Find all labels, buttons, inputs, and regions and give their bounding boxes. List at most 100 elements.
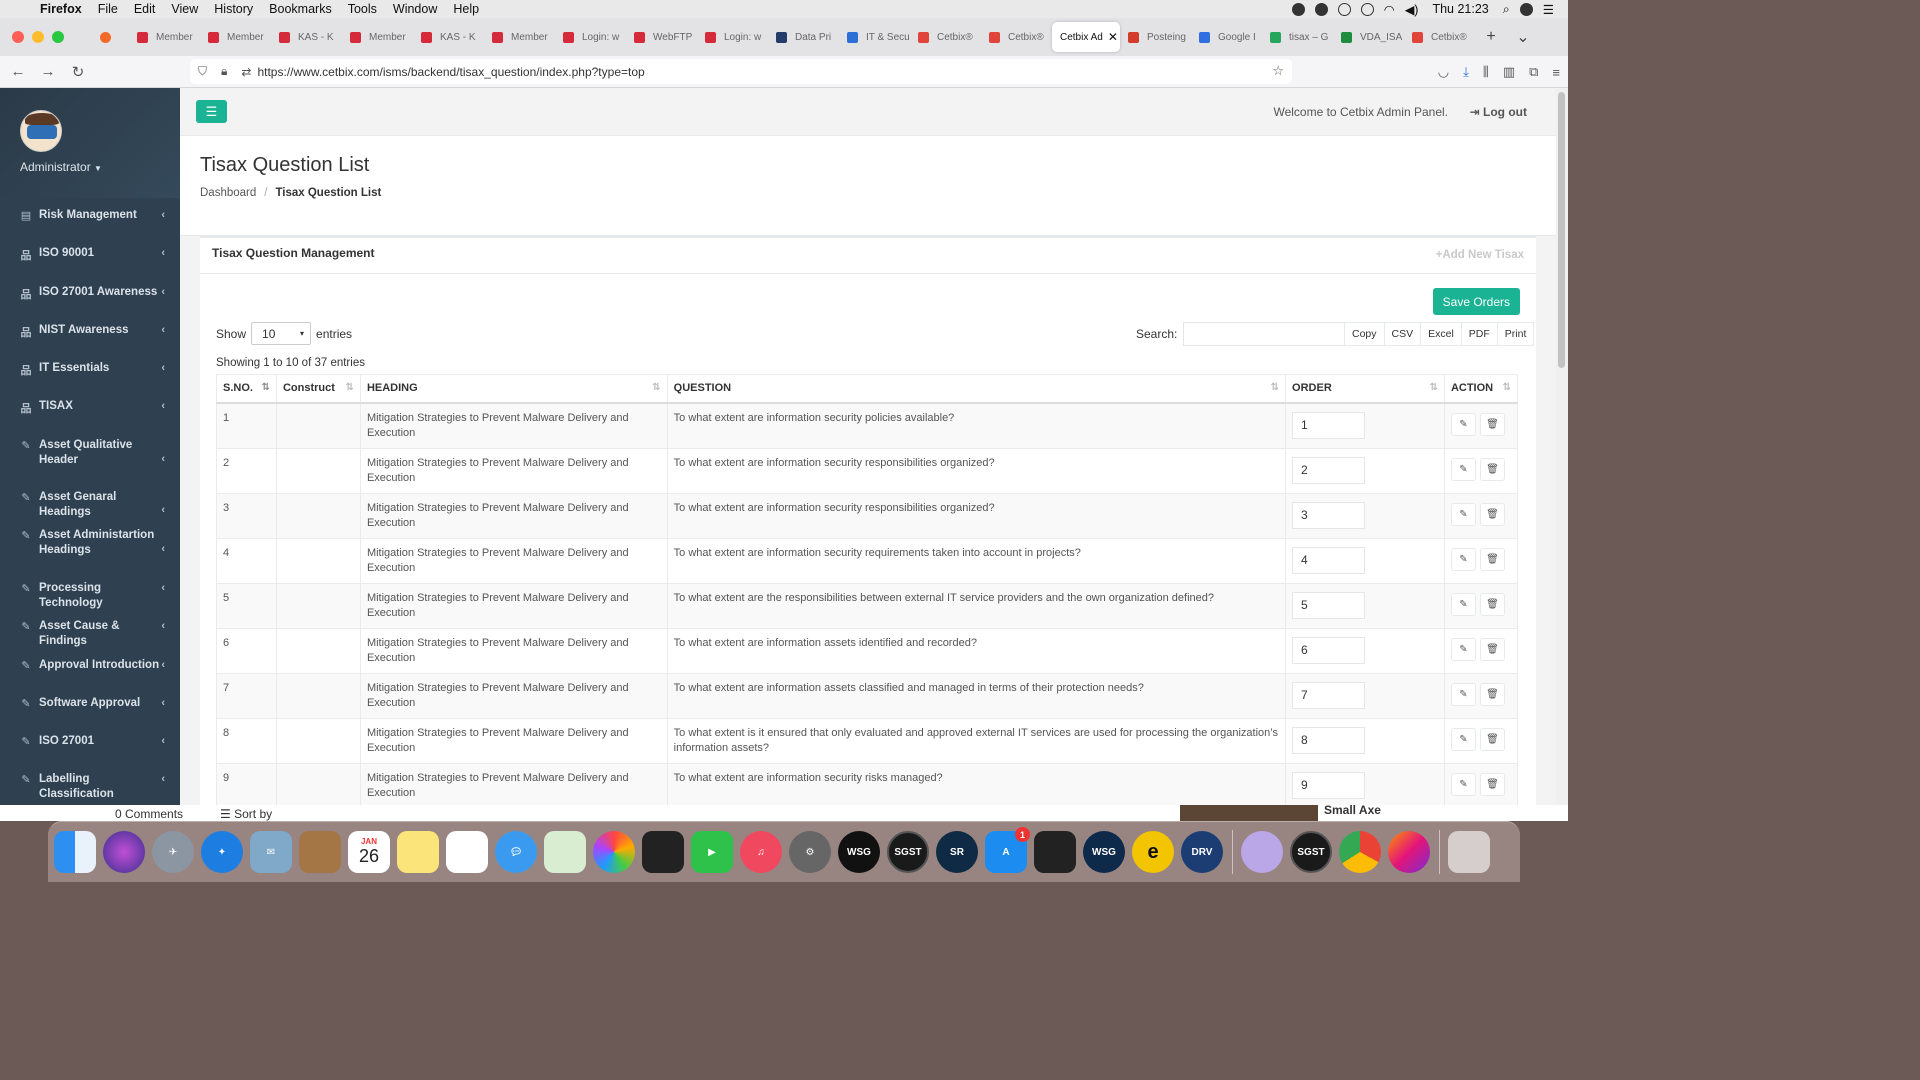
shield-icon[interactable]: ⛉: [198, 64, 207, 79]
sidebar-item[interactable]: ✎ Asset Genaral Headings ‹: [0, 490, 180, 520]
edit-button[interactable]: ✎: [1450, 547, 1476, 571]
browser-tab[interactable]: Cetbix®: [1404, 22, 1475, 52]
menu-bookmarks[interactable]: Bookmarks: [269, 2, 332, 16]
print-button[interactable]: Print: [1496, 322, 1535, 346]
sidebar-item[interactable]: 品 IT Essentials ‹: [0, 361, 180, 377]
zoom-window-button[interactable]: [52, 31, 64, 43]
menubar-clock[interactable]: Thu 21:23: [1432, 2, 1488, 16]
browser-tab[interactable]: Member: [200, 22, 271, 52]
delete-button[interactable]: 🗑︎: [1479, 412, 1505, 436]
close-window-button[interactable]: [12, 31, 24, 43]
browser-tab[interactable]: KAS - K: [413, 22, 484, 52]
davinci-resolve-icon[interactable]: [1034, 831, 1076, 873]
bookmark-star-icon[interactable]: ☆: [1272, 63, 1284, 79]
wordpress-icon[interactable]: [1314, 2, 1328, 16]
sidebar-item[interactable]: ✎ Software Approval ‹: [0, 696, 180, 711]
siri-icon[interactable]: [103, 831, 145, 873]
app-menu-icon[interactable]: ≡: [1552, 65, 1560, 80]
sync-icon[interactable]: [1337, 2, 1351, 16]
facetime-icon[interactable]: ▶: [691, 831, 733, 873]
final-cut-icon[interactable]: [642, 831, 684, 873]
sidebar-item[interactable]: ✎ Labelling Classification ‹: [0, 772, 180, 802]
sr-app-icon[interactable]: SR: [936, 831, 978, 873]
reload-icon[interactable]: ↻: [66, 63, 90, 81]
delete-button[interactable]: 🗑︎: [1479, 547, 1505, 571]
sidebar-item[interactable]: 品 TISAX ‹: [0, 399, 180, 415]
sidebar-item[interactable]: ✎ Asset Cause & Findings ‹: [0, 619, 180, 649]
sgst-running-icon[interactable]: SGST: [1290, 831, 1332, 873]
firefox-view-icon[interactable]: [90, 22, 129, 52]
page-size-select[interactable]: 10 ▾: [251, 322, 312, 345]
browser-tab[interactable]: Google I: [1191, 22, 1262, 52]
apple-icon[interactable]: [16, 2, 30, 16]
sidebar-item[interactable]: ✎ Asset Administartion Headings ‹: [0, 528, 180, 558]
browser-tab[interactable]: IT & Secu: [839, 22, 910, 52]
edit-button[interactable]: ✎: [1450, 727, 1476, 751]
order-input[interactable]: 5: [1292, 591, 1366, 619]
menu-help[interactable]: Help: [453, 2, 479, 16]
lock-icon[interactable]: 🔒︎: [221, 64, 227, 79]
e-app-icon[interactable]: e: [1132, 831, 1174, 873]
page-scrollbar-thumb[interactable]: [1558, 92, 1565, 368]
delete-button[interactable]: 🗑︎: [1479, 502, 1505, 526]
browser-tab[interactable]: Cetbix®: [910, 22, 981, 52]
sidebar-item[interactable]: ✎ ISO 27001 ‹: [0, 734, 180, 749]
launchpad-icon[interactable]: ✈: [152, 831, 194, 873]
browser-tab[interactable]: WebFTP: [626, 22, 697, 52]
browser-tab[interactable]: tisax – G: [1262, 22, 1333, 52]
order-input[interactable]: 8: [1292, 726, 1366, 754]
col-heading[interactable]: HEADING ⇅: [359, 374, 668, 404]
safari-icon[interactable]: ✦: [201, 831, 243, 873]
order-input[interactable]: 1: [1292, 411, 1366, 439]
browser-tab[interactable]: Login: w: [555, 22, 626, 52]
role-dropdown[interactable]: Administrator ▼: [20, 160, 180, 174]
sgst-app-icon[interactable]: SGST: [887, 831, 929, 873]
delete-button[interactable]: 🗑︎: [1479, 637, 1505, 661]
search-input[interactable]: [1183, 322, 1346, 346]
sidebar-item[interactable]: 品 NIST Awareness ‹: [0, 323, 180, 339]
sidebar-item[interactable]: ✎ Processing Technology ‹: [0, 581, 180, 611]
user-icon[interactable]: [1519, 2, 1533, 16]
save-orders-button[interactable]: Save Orders: [1432, 288, 1520, 315]
sidebar-item[interactable]: ✎ Asset Qualitative Header ‹: [0, 438, 180, 468]
menu-tools[interactable]: Tools: [348, 2, 377, 16]
tab-list-chevron-icon[interactable]: ⌄: [1513, 27, 1533, 47]
minimize-window-button[interactable]: [32, 31, 44, 43]
browser-tab[interactable]: Member: [342, 22, 413, 52]
edit-button[interactable]: ✎: [1450, 637, 1476, 661]
col-order[interactable]: ORDER ⇅: [1285, 374, 1445, 404]
logout-link[interactable]: ⇥ Log out: [1470, 105, 1527, 119]
messages-icon[interactable]: 💬︎: [495, 831, 537, 873]
excel-button[interactable]: Excel: [1420, 322, 1462, 346]
wordpress-icon[interactable]: [1291, 2, 1305, 16]
finder-icon[interactable]: [54, 831, 96, 873]
csv-button[interactable]: CSV: [1383, 322, 1422, 346]
browser-tab[interactable]: Cetbix®: [981, 22, 1052, 52]
maps-icon[interactable]: [544, 831, 586, 873]
delete-button[interactable]: 🗑︎: [1479, 457, 1505, 481]
browser-tab[interactable]: Posteing: [1120, 22, 1191, 52]
col-question[interactable]: QUESTION ⇅: [666, 374, 1287, 404]
edit-button[interactable]: ✎: [1450, 457, 1476, 481]
contacts-icon[interactable]: [299, 831, 341, 873]
photos-icon[interactable]: [593, 831, 635, 873]
breadcrumb-dashboard[interactable]: Dashboard: [200, 187, 256, 199]
wsg-second-icon[interactable]: WSG: [1083, 831, 1125, 873]
delete-button[interactable]: 🗑︎: [1479, 727, 1505, 751]
pocket-icon[interactable]: ◡: [1438, 64, 1449, 80]
edit-button[interactable]: ✎: [1450, 772, 1476, 796]
library-icon[interactable]: ⫼: [1483, 64, 1489, 80]
notes-icon[interactable]: [397, 831, 439, 873]
menu-file[interactable]: File: [98, 2, 118, 16]
copy-button[interactable]: Copy: [1344, 322, 1385, 346]
mail-app-icon[interactable]: ✉: [250, 831, 292, 873]
browser-tab[interactable]: Cetbix Ad ✕: [1052, 22, 1120, 52]
sidebar-toggle-icon[interactable]: ▥: [1503, 64, 1515, 80]
menu-edit[interactable]: Edit: [134, 2, 156, 16]
browser-tab[interactable]: Member: [484, 22, 555, 52]
delete-button[interactable]: 🗑︎: [1479, 772, 1505, 796]
edit-button[interactable]: ✎: [1450, 412, 1476, 436]
order-input[interactable]: 9: [1292, 771, 1366, 799]
col-construct[interactable]: Construct ⇅: [275, 374, 361, 404]
drv-app-icon[interactable]: DRV: [1181, 831, 1223, 873]
